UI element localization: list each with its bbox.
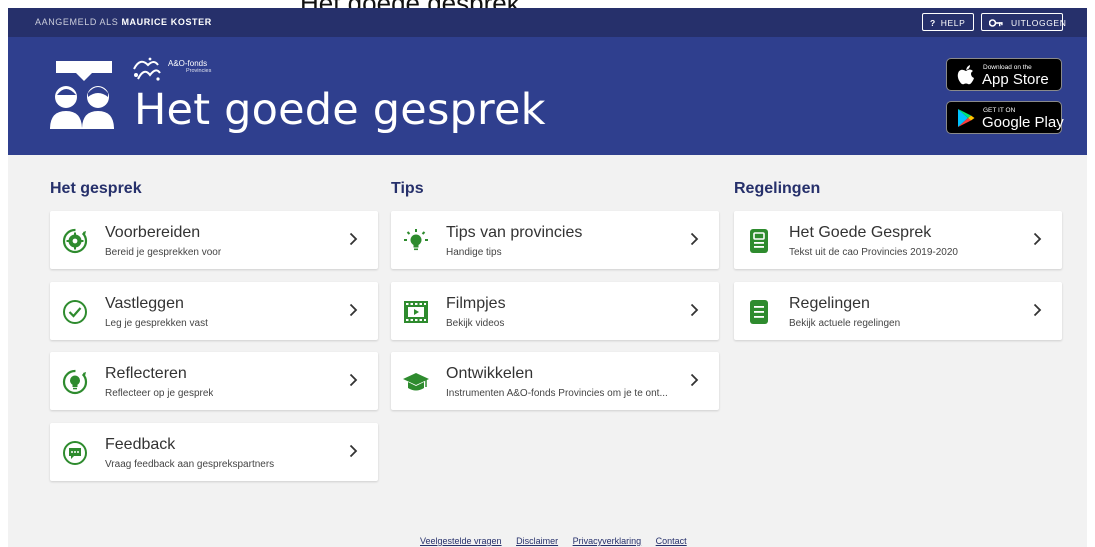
checkmark-circle-icon (62, 299, 88, 325)
page-edge-right (1087, 8, 1095, 547)
help-label: HELP (940, 18, 966, 28)
section-title-tips: Tips (391, 180, 424, 197)
app-store-badge[interactable]: Download on the App Store (946, 58, 1062, 91)
help-button[interactable]: ? HELP (922, 13, 974, 31)
logout-label: UITLOGGEN (1010, 18, 1067, 28)
logout-button[interactable]: UITLOGGEN (981, 13, 1067, 31)
document-lines-icon (746, 299, 772, 325)
card-title: Vastleggen (105, 295, 184, 312)
user-name[interactable]: MAURICE KOSTER (121, 17, 211, 27)
card-subtitle: Instrumenten A&O-fonds Provincies om je … (446, 388, 668, 399)
chevron-right-icon (690, 303, 699, 322)
card-voorbereiden[interactable]: Voorbereiden Bereid je gesprekken voor (50, 211, 378, 269)
lightbulb-circle-icon (62, 369, 88, 395)
film-icon (403, 299, 429, 325)
google-play-badge[interactable]: GET IT ON Google Play (946, 101, 1064, 134)
chevron-right-icon (1033, 232, 1042, 251)
chevron-right-icon (349, 303, 358, 322)
card-het-goede-gesprek[interactable]: Het Goede Gesprek Tekst uit de cao Provi… (734, 211, 1062, 269)
logged-in-label: AANGEMELD ALS (35, 17, 119, 27)
card-title: Tips van provincies (446, 224, 583, 241)
graduation-cap-icon (403, 369, 429, 395)
chevron-right-icon (349, 373, 358, 392)
card-regelingen[interactable]: Regelingen Bekijk actuele regelingen (734, 282, 1062, 340)
footer-link-contact[interactable]: Contact (656, 536, 687, 546)
chevron-right-icon (1033, 303, 1042, 322)
logged-in-status: AANGEMELD ALS MAURICE KOSTER (35, 17, 212, 27)
card-title: Regelingen (789, 295, 870, 312)
footer-link-privacy[interactable]: Privacyverklaring (573, 536, 642, 546)
card-ontwikkelen[interactable]: Ontwikkelen Instrumenten A&O-fonds Provi… (391, 352, 719, 410)
card-filmpjes[interactable]: Filmpjes Bekijk videos (391, 282, 719, 340)
footer-link-faq[interactable]: Veelgestelde vragen (420, 536, 502, 546)
clipped-title: Het goede gesprek (300, 0, 520, 8)
key-icon (988, 18, 1006, 28)
googleplay-label: Google Play (982, 114, 1064, 131)
help-icon: ? (930, 18, 936, 28)
card-feedback[interactable]: Feedback Vraag feedback aan gesprekspart… (50, 423, 378, 481)
play-store-icon (957, 108, 975, 133)
card-title: Voorbereiden (105, 224, 201, 241)
gear-check-icon (62, 228, 88, 254)
lightbulb-icon (403, 228, 429, 254)
section-title-het-gesprek: Het gesprek (50, 180, 142, 197)
chevron-right-icon (690, 232, 699, 251)
top-bar: AANGEMELD ALS MAURICE KOSTER ? HELP UITLO… (8, 8, 1087, 37)
card-subtitle: Handige tips (446, 247, 502, 258)
card-subtitle: Leg je gesprekken vast (105, 318, 208, 329)
card-title: Ontwikkelen (446, 365, 534, 382)
card-subtitle: Vraag feedback aan gesprekspartners (105, 459, 275, 470)
appstore-caption: Download on the (983, 64, 1032, 71)
brand-name: A&O-fonds (168, 59, 208, 68)
chevron-right-icon (349, 232, 358, 251)
chevron-right-icon (349, 444, 358, 463)
googleplay-caption: GET IT ON (983, 107, 1016, 114)
card-subtitle: Bekijk videos (446, 318, 505, 329)
footer-links: Veelgestelde vragen Disclaimer Privacyve… (420, 536, 699, 546)
section-title-regelingen: Regelingen (734, 180, 821, 197)
hero-banner: A&O-fonds Provincies Het goede gesprek D… (8, 37, 1087, 155)
brand-subtitle: Provincies (186, 68, 212, 74)
card-subtitle: Bereid je gesprekken voor (105, 247, 222, 258)
card-subtitle: Reflecteer op je gesprek (105, 388, 214, 399)
card-title: Reflecteren (105, 365, 187, 382)
document-icon (746, 228, 772, 254)
card-subtitle: Bekijk actuele regelingen (789, 318, 901, 329)
card-title: Feedback (105, 436, 176, 453)
card-subtitle: Tekst uit de cao Provincies 2019-2020 (789, 247, 958, 258)
appstore-label: App Store (982, 71, 1049, 88)
card-title: Het Goede Gesprek (789, 224, 932, 241)
chat-bubble-icon (62, 440, 88, 466)
card-title: Filmpjes (446, 295, 506, 312)
page-title: Het goede gesprek (134, 85, 546, 135)
card-reflecteren[interactable]: Reflecteren Reflecteer op je gesprek (50, 352, 378, 410)
conversation-people-icon (46, 57, 118, 134)
card-tips-van-provincies[interactable]: Tips van provincies Handige tips (391, 211, 719, 269)
clipped-title-strip: Het goede gesprek (0, 0, 1095, 8)
apple-icon (957, 65, 975, 90)
chevron-right-icon (690, 373, 699, 392)
page-edge-left (0, 8, 8, 547)
footer-link-disclaimer[interactable]: Disclaimer (516, 536, 558, 546)
card-vastleggen[interactable]: Vastleggen Leg je gesprekken vast (50, 282, 378, 340)
